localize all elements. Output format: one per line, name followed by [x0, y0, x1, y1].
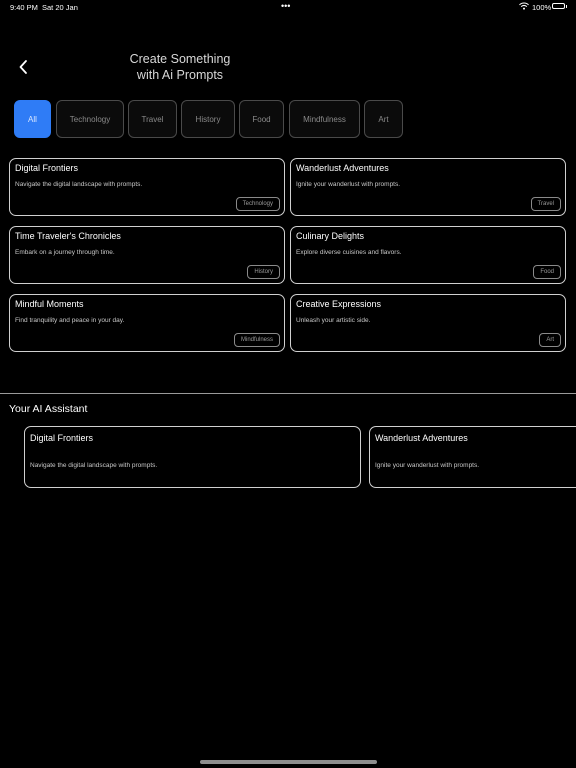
tab-mindfulness[interactable]: Mindfulness: [289, 100, 360, 138]
page-title-line-2: with Ai Prompts: [136, 68, 224, 82]
tab-art[interactable]: Art: [364, 100, 403, 138]
page-title: Create Something with Ai Prompts: [100, 51, 260, 83]
tab-history[interactable]: History: [181, 100, 235, 138]
tab-all[interactable]: All: [14, 100, 51, 138]
section-divider: [0, 393, 576, 394]
home-indicator[interactable]: [200, 760, 377, 764]
battery-percentage: 100%: [532, 3, 552, 12]
card-description: Explore diverse cuisines and flavors.: [296, 249, 402, 256]
assistant-card-title: Digital Frontiers: [30, 433, 94, 443]
assistant-card-description: Ignite your wanderlust with prompts.: [375, 462, 480, 469]
assistant-card-wanderlust-adventures[interactable]: Wanderlust Adventures Ignite your wander…: [369, 426, 576, 488]
prompt-card-wanderlust-adventures[interactable]: Wanderlust Adventures Ignite your wander…: [290, 158, 566, 216]
multitasking-dots[interactable]: •••: [281, 1, 290, 11]
card-tag: Travel: [530, 197, 561, 211]
assistant-card-description: Navigate the digital landscape with prom…: [30, 462, 158, 469]
wifi-icon: [519, 2, 529, 10]
assistant-card-digital-frontiers[interactable]: Digital Frontiers Navigate the digital l…: [24, 426, 361, 488]
status-time: 9:40 PM: [10, 3, 38, 12]
card-tag: Technology: [235, 197, 280, 211]
card-tag: History: [247, 265, 280, 279]
back-button[interactable]: [14, 56, 34, 78]
prompt-card-digital-frontiers[interactable]: Digital Frontiers Navigate the digital l…: [9, 158, 285, 216]
status-date: Sat 20 Jan: [42, 3, 78, 12]
battery-icon: [552, 3, 565, 9]
card-tag: Mindfulness: [233, 333, 280, 347]
tab-technology[interactable]: Technology: [56, 100, 124, 138]
prompt-card-time-travelers-chronicles[interactable]: Time Traveler's Chronicles Embark on a j…: [9, 226, 285, 284]
card-title: Wanderlust Adventures: [296, 163, 389, 173]
tab-travel[interactable]: Travel: [128, 100, 177, 138]
prompt-card-culinary-delights[interactable]: Culinary Delights Explore diverse cuisin…: [290, 226, 566, 284]
card-description: Embark on a journey through time.: [15, 249, 115, 256]
assistant-card-title: Wanderlust Adventures: [375, 433, 468, 443]
ai-assistant-heading: Your AI Assistant: [9, 403, 88, 415]
card-description: Unleash your artistic side.: [296, 317, 371, 324]
battery-tip: [566, 5, 567, 8]
prompt-card-creative-expressions[interactable]: Creative Expressions Unleash your artist…: [290, 294, 566, 352]
card-description: Ignite your wanderlust with prompts.: [296, 181, 401, 188]
tab-food[interactable]: Food: [239, 100, 284, 138]
page-title-line-1: Create Something: [129, 52, 231, 66]
card-title: Time Traveler's Chronicles: [15, 231, 121, 241]
chevron-left-icon: [19, 60, 27, 74]
card-description: Find tranquility and peace in your day.: [15, 317, 125, 324]
card-title: Culinary Delights: [296, 231, 365, 241]
card-description: Navigate the digital landscape with prom…: [15, 181, 143, 188]
card-title: Digital Frontiers: [15, 163, 79, 173]
card-tag: Food: [533, 265, 561, 279]
prompt-card-mindful-moments[interactable]: Mindful Moments Find tranquility and pea…: [9, 294, 285, 352]
status-bar: 9:40 PM Sat 20 Jan ••• 100%: [0, 0, 576, 14]
card-title: Creative Expressions: [296, 299, 382, 309]
card-tag: Art: [539, 333, 561, 347]
card-title: Mindful Moments: [15, 299, 84, 309]
